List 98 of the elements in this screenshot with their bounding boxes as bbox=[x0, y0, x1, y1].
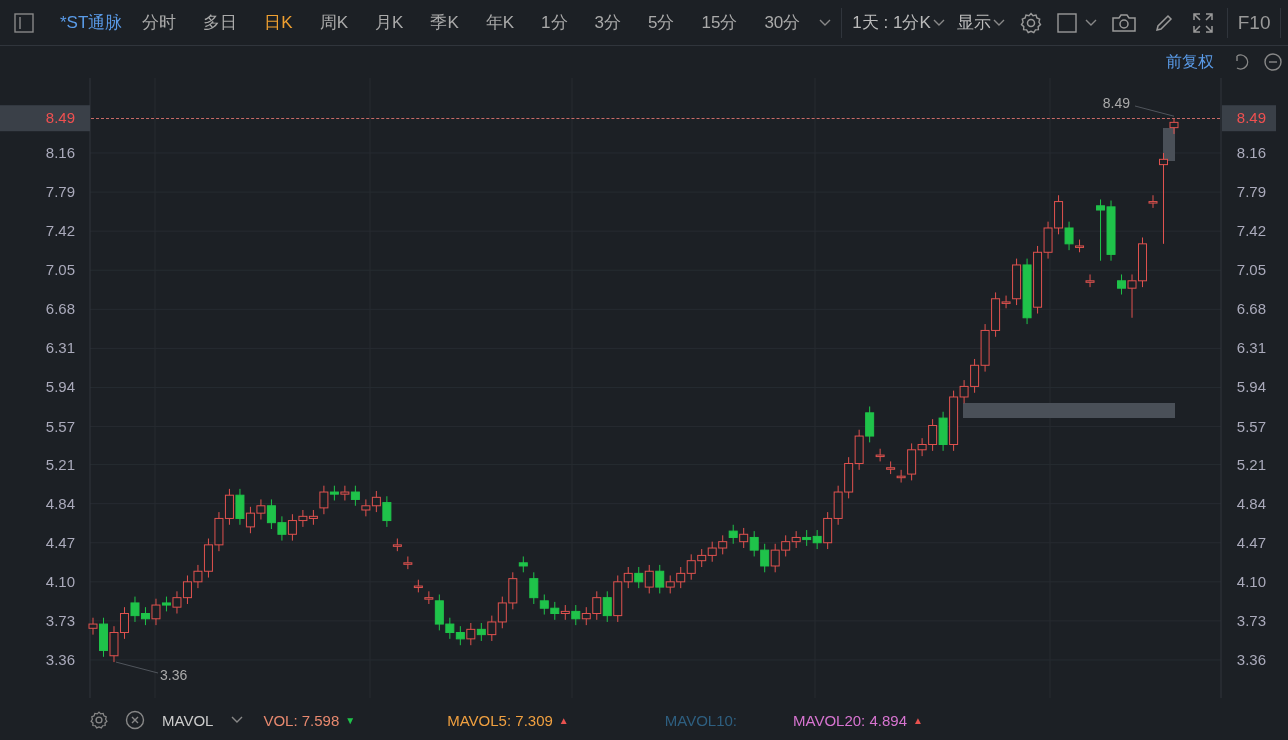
axis-label: 3.36 bbox=[1236, 651, 1266, 668]
candlestick bbox=[141, 606, 150, 626]
settings-icon[interactable] bbox=[1018, 10, 1043, 35]
marker-drawing bbox=[1163, 128, 1175, 161]
candlestick bbox=[130, 596, 140, 623]
axis-label: 3.73 bbox=[45, 611, 75, 629]
fullscreen-icon[interactable] bbox=[1190, 10, 1215, 35]
period-tab[interactable]: 30分 bbox=[754, 11, 811, 34]
adjust-link[interactable]: 前复权 bbox=[1166, 51, 1214, 73]
f10-button[interactable]: F10 bbox=[1231, 11, 1277, 34]
close-icon[interactable] bbox=[125, 710, 145, 730]
axis-label: 7.79 bbox=[45, 183, 75, 201]
axis-label: 3.36 bbox=[45, 651, 75, 668]
axis-label: 3.73 bbox=[1236, 611, 1266, 629]
indicator-value: MAVOL10: bbox=[664, 711, 738, 729]
leader-line bbox=[115, 661, 159, 674]
candlestick bbox=[634, 566, 644, 589]
caret-icon bbox=[1084, 18, 1097, 27]
axis-label: 4.10 bbox=[1236, 572, 1266, 590]
axis-label: 7.79 bbox=[1236, 183, 1266, 201]
candlestick bbox=[1022, 258, 1032, 325]
period-tab[interactable]: 年K bbox=[475, 11, 525, 34]
axis-label: 5.57 bbox=[45, 417, 75, 435]
display-dropdown[interactable]: 显示 bbox=[950, 11, 991, 34]
axis-label: 4.47 bbox=[1236, 533, 1266, 551]
axis-label: 4.84 bbox=[1236, 494, 1266, 512]
axis-label: 6.31 bbox=[1236, 339, 1266, 357]
period-tab[interactable]: 多日 bbox=[193, 11, 248, 34]
candlestick bbox=[350, 485, 360, 507]
candlestick bbox=[1169, 117, 1179, 135]
caret-icon[interactable] bbox=[231, 716, 244, 724]
candlestick bbox=[1085, 273, 1095, 288]
candlestick bbox=[550, 601, 560, 621]
axis-label: 6.68 bbox=[1236, 300, 1266, 318]
candlestick bbox=[697, 548, 707, 568]
axis-label: 7.05 bbox=[45, 261, 75, 279]
axis-label: 6.68 bbox=[45, 300, 75, 318]
low-label: 3.36 bbox=[160, 667, 188, 683]
candlestick bbox=[1106, 200, 1116, 262]
candlestick bbox=[760, 543, 770, 573]
period-tab[interactable]: 1分 bbox=[531, 11, 578, 34]
trend-arrow: ▼ bbox=[345, 714, 356, 726]
stock-name: *ST通脉 bbox=[60, 12, 123, 34]
price-tag: 8.49 bbox=[0, 105, 90, 132]
candlestick bbox=[277, 515, 287, 542]
candlestick bbox=[875, 448, 885, 462]
caret-icon bbox=[992, 18, 1005, 27]
candlestick bbox=[245, 506, 255, 534]
candlestick bbox=[728, 524, 738, 545]
square-icon[interactable] bbox=[1055, 11, 1078, 34]
candlestick bbox=[476, 622, 486, 642]
candlestick bbox=[571, 604, 581, 626]
axis-label: 5.57 bbox=[1236, 417, 1266, 435]
axis-label: 4.84 bbox=[45, 494, 75, 512]
axis-label: 4.47 bbox=[45, 533, 75, 551]
camera-icon[interactable] bbox=[1110, 11, 1137, 34]
axis-label: 7.05 bbox=[1236, 261, 1266, 279]
settings-icon[interactable] bbox=[89, 710, 109, 730]
trend-arrow: ▲ bbox=[558, 714, 569, 726]
axis-label: 6.31 bbox=[45, 339, 75, 357]
caret-icon bbox=[932, 18, 945, 27]
candlestick bbox=[455, 625, 465, 646]
period-tab[interactable]: 15分 bbox=[691, 11, 748, 34]
caret-icon[interactable] bbox=[819, 18, 832, 27]
trend-arrow: ▲ bbox=[913, 714, 923, 726]
candlestick bbox=[403, 555, 413, 570]
candlestick bbox=[340, 485, 350, 501]
period-dropdown[interactable]: 1天 : 1分K bbox=[846, 11, 931, 34]
axis-label: 7.42 bbox=[1236, 222, 1266, 240]
panel-icon[interactable] bbox=[13, 11, 35, 34]
price-tag: 8.49 bbox=[1222, 105, 1276, 132]
candlestick bbox=[802, 529, 812, 547]
high-label: 8.49 bbox=[1102, 95, 1130, 111]
period-tab[interactable]: 5分 bbox=[638, 11, 685, 34]
candlestick bbox=[235, 488, 245, 526]
candlestick bbox=[865, 406, 875, 443]
period-tab[interactable]: 月K bbox=[365, 11, 414, 34]
indicator-value: VOL: 7.598 bbox=[263, 711, 340, 729]
axis-label: 5.94 bbox=[45, 378, 75, 396]
axis-label: 7.42 bbox=[45, 222, 75, 240]
period-tab[interactable]: 日K bbox=[254, 11, 303, 34]
period-tab[interactable]: 分时 bbox=[132, 11, 187, 34]
indicator-name: MAVOL bbox=[162, 711, 214, 729]
leader-line bbox=[1134, 105, 1175, 117]
axis-label: 8.16 bbox=[45, 144, 75, 161]
axis-label: 5.21 bbox=[45, 455, 75, 473]
axis-label: 8.16 bbox=[1236, 144, 1266, 161]
indicator-value: MAVOL5: 7.309 bbox=[447, 711, 553, 729]
zoom-out-icon[interactable] bbox=[1263, 52, 1283, 72]
indicator-value: MAVOL20: 4.894 bbox=[793, 711, 907, 729]
candlestick bbox=[1096, 198, 1106, 262]
candlestick bbox=[749, 530, 759, 557]
period-tab[interactable]: 周K bbox=[309, 11, 359, 34]
period-tab[interactable]: 季K bbox=[420, 11, 469, 34]
axis-label: 5.21 bbox=[1236, 455, 1266, 473]
period-tab[interactable]: 3分 bbox=[584, 11, 631, 34]
axis-label: 5.94 bbox=[1236, 378, 1266, 396]
axis-label: 4.10 bbox=[45, 572, 75, 590]
